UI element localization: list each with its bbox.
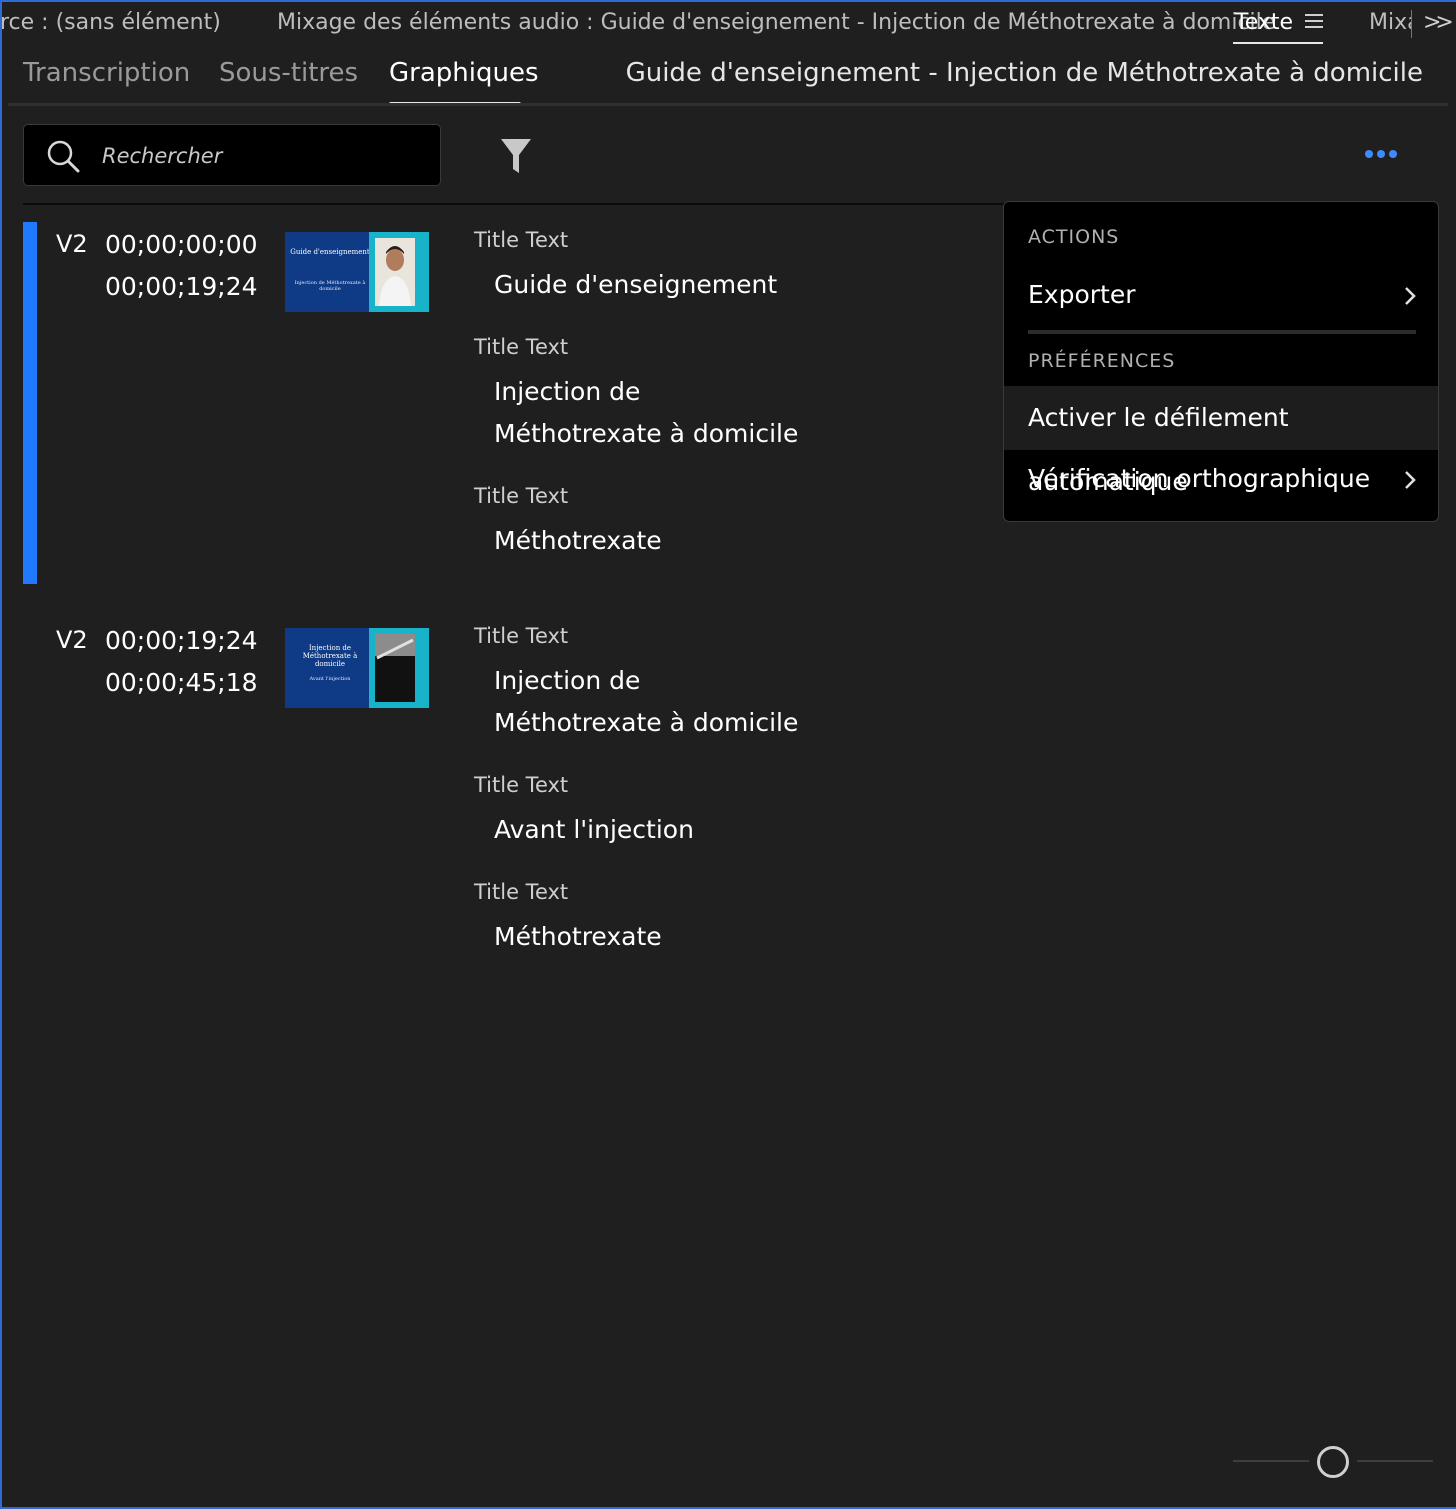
menu-divider (1028, 330, 1416, 334)
clip-row[interactable]: V2 00;00;19;24 00;00;45;18 Injection de … (23, 618, 1003, 978)
thumbnail-title: Injection de Méthotrexate à domicile (302, 644, 358, 668)
panel-tab-audio-mixer[interactable]: Mixage des éléments audio : Guide d'ense… (277, 10, 1275, 35)
panel-tab-source[interactable]: rce : (sans élément) (0, 10, 221, 35)
presenter-photo-icon (375, 238, 415, 306)
menu-heading-preferences: PRÉFÉRENCES (1028, 350, 1176, 372)
filter-icon[interactable] (499, 137, 533, 175)
menu-item-auto-scroll[interactable]: Activer le défilement automatique (1004, 386, 1438, 496)
list-divider (23, 203, 1023, 205)
thumbnail-title: Guide d'enseignement (290, 248, 370, 256)
tab-graphics[interactable]: Graphiques (389, 58, 539, 88)
timecode-in: 00;00;00;00 (105, 230, 258, 259)
timecode-out: 00;00;19;24 (105, 272, 258, 301)
tab-transcription[interactable]: Transcription (23, 58, 190, 88)
zoom-slider[interactable] (1233, 1444, 1433, 1478)
selection-indicator (23, 222, 37, 584)
title-text-value[interactable]: Avant l'injection (494, 809, 814, 851)
graphic-title-item[interactable]: Title Text Avant l'injection (474, 773, 814, 851)
thumbnail-subtitle: Avant l'injection (309, 676, 351, 682)
sequence-title: Guide d'enseignement - Injection de Méth… (625, 58, 1423, 88)
title-text-label: Title Text (474, 335, 569, 359)
menu-heading-actions: ACTIONS (1028, 226, 1120, 248)
chevron-right-icon (1405, 471, 1416, 489)
track-label: V2 (56, 230, 88, 258)
title-text-value[interactable]: Guide d'enseignement (494, 264, 814, 306)
timecode-in: 00;00;19;24 (105, 626, 258, 655)
chevron-double-right-icon[interactable]: >> (1423, 10, 1454, 35)
graphic-title-item[interactable]: Title Text Méthotrexate (474, 880, 814, 958)
zoom-track (1357, 1460, 1433, 1462)
title-text-value[interactable]: Méthotrexate (494, 916, 814, 958)
panel-tab-bar: rce : (sans élément) Mixage des éléments… (0, 0, 1456, 50)
menu-item-export[interactable]: Exporter (1004, 280, 1438, 320)
graphic-title-item[interactable]: Title Text Guide d'enseignement (474, 228, 814, 306)
syringe-photo-icon (375, 634, 415, 702)
text-panel-tabs: Transcription Sous-titres Graphiques Gui… (0, 52, 1456, 106)
chevron-right-icon (1405, 287, 1416, 305)
clip-thumbnail[interactable]: Guide d'enseignement Injection de Méthot… (285, 232, 429, 312)
title-text-label: Title Text (474, 484, 569, 508)
clip-thumbnail[interactable]: Injection de Méthotrexate à domicile Ava… (285, 628, 429, 708)
active-panel-underline (1233, 42, 1323, 44)
search-icon (47, 140, 80, 173)
title-text-label: Title Text (474, 773, 569, 797)
zoom-track (1233, 1460, 1309, 1462)
more-horizontal-icon[interactable] (1365, 142, 1405, 166)
panel-tab-separator (1411, 10, 1412, 38)
panel-tab-text[interactable]: Texte (1235, 10, 1293, 35)
title-text-value[interactable]: Injection de Méthotrexate à domicile (494, 660, 814, 744)
menu-item-spell-check[interactable]: Vérification orthographique (1004, 464, 1438, 504)
clip-row[interactable]: V2 00;00;00;00 00;00;19;24 Guide d'ensei… (23, 222, 1003, 584)
menu-item-label: Vérification orthographique (1028, 464, 1371, 493)
search-input[interactable] (100, 137, 424, 175)
graphic-title-item[interactable]: Title Text Méthotrexate (474, 484, 814, 562)
title-text-label: Title Text (474, 228, 569, 252)
title-text-value[interactable]: Injection de Méthotrexate à domicile (494, 371, 814, 455)
more-options-menu: ACTIONS Exporter PRÉFÉRENCES Activer le … (1003, 201, 1439, 522)
menu-item-label: Exporter (1028, 280, 1136, 309)
thumbnail-subtitle: Injection de Méthotrexate à domicile (294, 280, 366, 292)
graphic-title-item[interactable]: Title Text Injection de Méthotrexate à d… (474, 624, 814, 744)
track-label: V2 (56, 626, 88, 654)
zoom-slider-handle[interactable] (1317, 1446, 1349, 1478)
hamburger-icon[interactable] (1305, 14, 1323, 30)
title-text-label: Title Text (474, 624, 569, 648)
tabs-divider (8, 103, 1448, 106)
graphic-title-item[interactable]: Title Text Injection de Méthotrexate à d… (474, 335, 814, 455)
search-box[interactable] (23, 124, 441, 186)
title-text-value[interactable]: Méthotrexate (494, 520, 814, 562)
tab-subtitles[interactable]: Sous-titres (219, 58, 358, 88)
panel-tab-mixer-truncated[interactable]: Mixa (1369, 10, 1411, 35)
timecode-out: 00;00;45;18 (105, 668, 258, 697)
title-text-label: Title Text (474, 880, 569, 904)
